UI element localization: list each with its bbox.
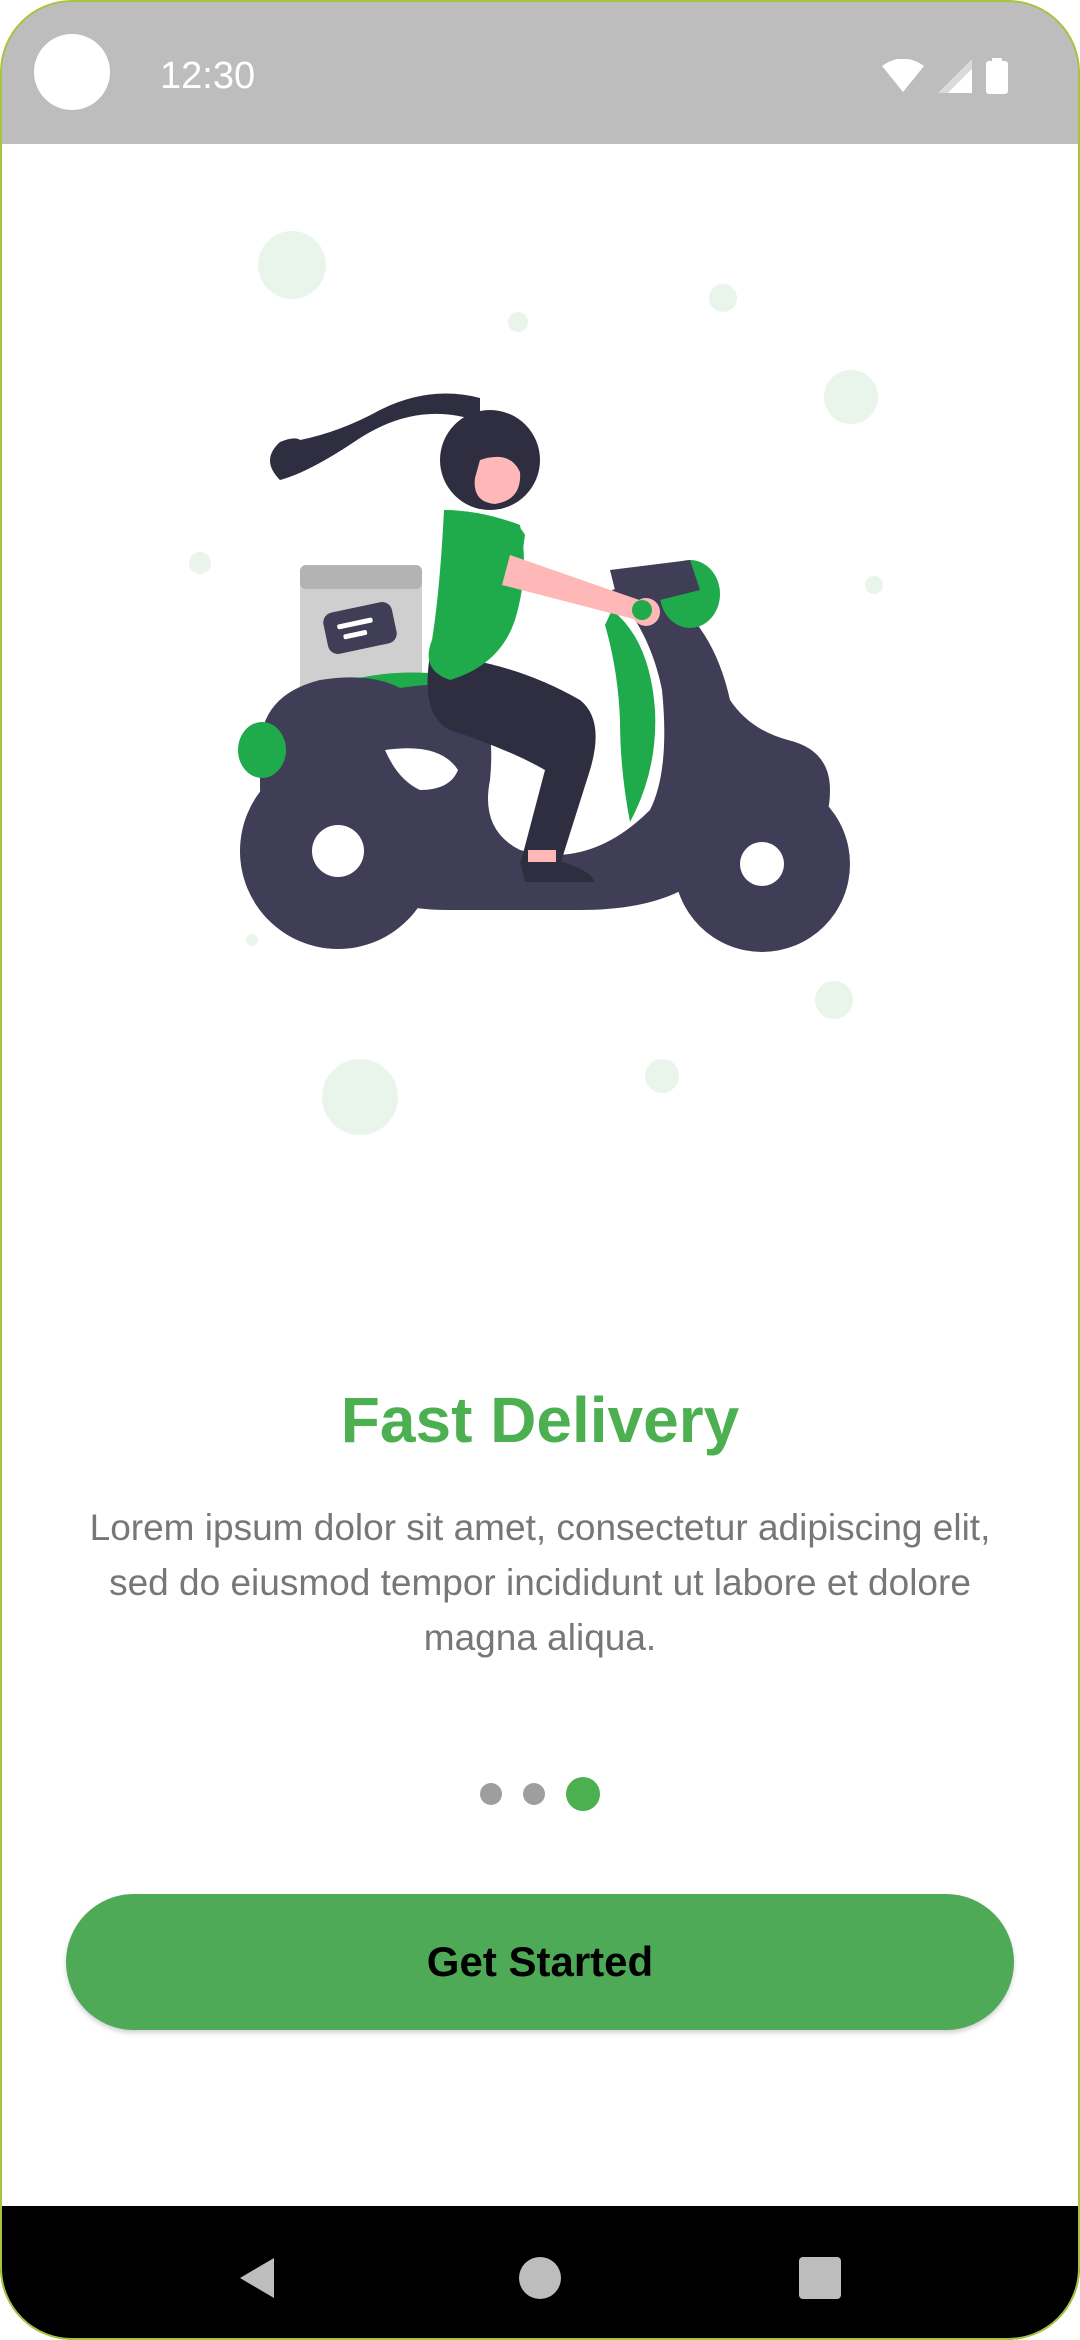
- page-dot-1[interactable]: [480, 1783, 502, 1805]
- phone-screen: 12:30 Fast Delivery Lorem ipsum dolor si…: [0, 0, 1080, 2340]
- get-started-button[interactable]: Get Started: [66, 1894, 1014, 2030]
- onboarding-title: Fast Delivery: [340, 1384, 740, 1456]
- battery-icon: [986, 58, 1008, 94]
- get-started-label: Get Started: [426, 1938, 654, 1985]
- wifi-icon: [882, 59, 924, 93]
- system-nav-bar: [0, 2206, 1080, 2340]
- onboarding-description: Lorem ipsum dolor sit amet, consectetur …: [89, 1507, 991, 1658]
- delivery-scooter-illustration: [150, 210, 930, 1170]
- status-time: 12:30: [160, 55, 256, 97]
- status-icons: [882, 56, 1008, 96]
- back-icon[interactable]: [226, 2248, 286, 2308]
- status-bar: 12:30: [0, 0, 1080, 144]
- camera-cutout: [34, 34, 110, 110]
- home-icon[interactable]: [510, 2248, 570, 2308]
- signal-icon: [938, 59, 972, 93]
- page-indicator: [0, 1776, 1080, 1812]
- recents-icon[interactable]: [790, 2248, 850, 2308]
- page-dot-2[interactable]: [523, 1783, 545, 1805]
- page-dot-3-active[interactable]: [566, 1777, 600, 1811]
